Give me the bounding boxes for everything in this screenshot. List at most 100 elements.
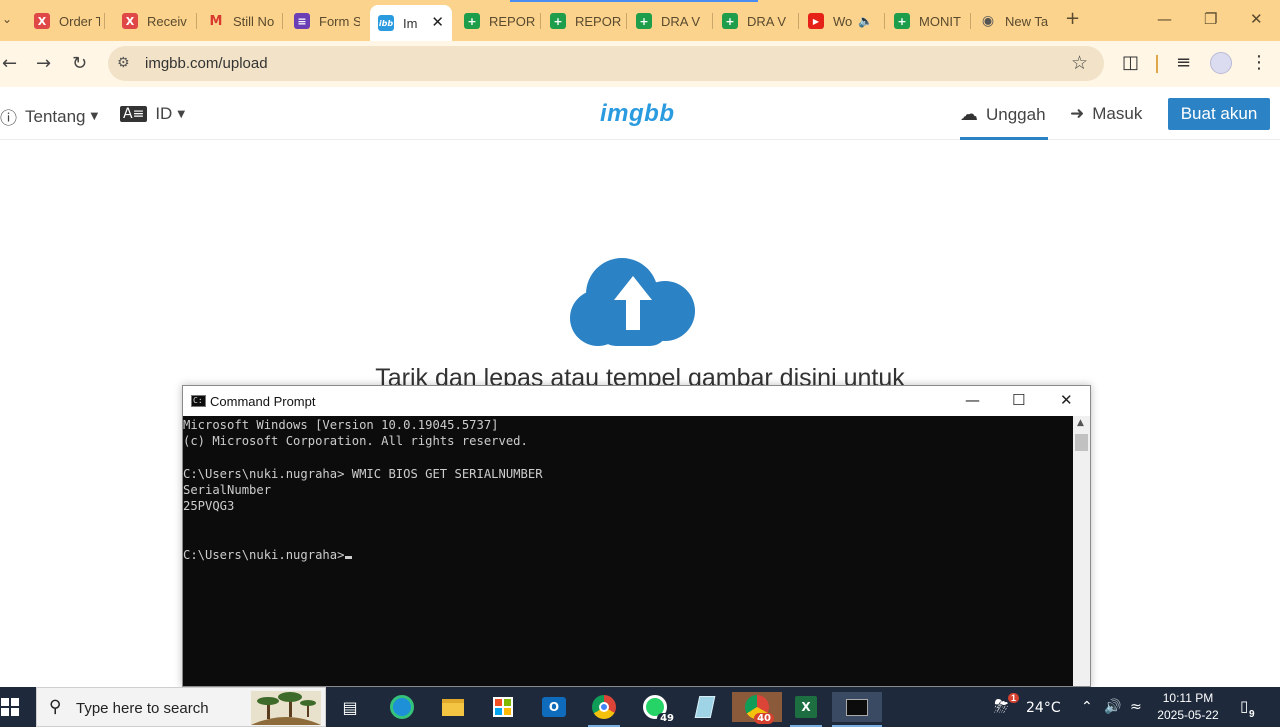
question-circle-icon: ⓘ [0, 109, 17, 129]
browser-menu-icon[interactable]: ⋮ [1250, 52, 1268, 73]
close-tab-icon[interactable]: ✕ [431, 13, 444, 31]
console-line: Microsoft Windows [Version 10.0.19045.57… [183, 418, 499, 432]
volume-icon[interactable]: 🔊 [1104, 699, 1121, 715]
language-label: ID [155, 104, 173, 123]
sign-in-icon: ➜ [1070, 104, 1085, 124]
sheets-icon: + [636, 13, 652, 29]
tab-search-chevron-icon[interactable]: ⌄ [2, 12, 12, 26]
tab-imgbb-active[interactable]: ibb Im ✕ [370, 5, 452, 41]
caret-down-icon: ▼ [90, 111, 99, 122]
forward-arrow-icon[interactable]: → [36, 53, 51, 74]
chrome-profile-badge: 40 [754, 713, 774, 724]
cmd-title-bar[interactable]: C: Command Prompt — ☐ ✕ [183, 386, 1090, 416]
tab-report-2[interactable]: + REPOR [542, 6, 622, 36]
close-icon[interactable]: ✕ [1060, 391, 1073, 409]
console-output[interactable]: Microsoft Windows [Version 10.0.19045.57… [183, 416, 1073, 686]
address-bar[interactable]: ⚙ imgbb.com/upload ☆ [108, 46, 1104, 81]
tab-youtube[interactable]: ▶ Wo 🔈 [800, 6, 882, 36]
site-header: ⓘ Tentang ▼ A≡ ID ▼ imgbb ☁ Unggah ➜ Mas… [0, 88, 1280, 140]
microsoft-store-icon[interactable] [487, 692, 519, 722]
clock-date: 2025-05-22 [1157, 708, 1219, 722]
tab-label: DRA V [661, 13, 701, 29]
search-highlight-art-icon [251, 691, 321, 725]
media-controls-icon[interactable]: ≡ [1176, 52, 1191, 73]
back-arrow-icon[interactable]: ← [2, 53, 17, 74]
excel-icon[interactable]: X [790, 692, 822, 727]
system-clock[interactable]: 10:11 PM 2025-05-22 [1148, 690, 1228, 724]
windows-taskbar: ⚲ Type here to search ▤ O 49 40 X ⛈ 1 24… [0, 687, 1280, 727]
tab-dra-2[interactable]: + DRA V [714, 6, 794, 36]
imgbb-logo[interactable]: imgbb [600, 100, 675, 128]
tab-dra-1[interactable]: + DRA V [628, 6, 708, 36]
tab-gmail[interactable]: M Still No [200, 6, 274, 36]
tab-label: Form S [319, 13, 360, 29]
chrome-profile-icon[interactable]: 40 [732, 692, 782, 724]
active-tab-indicator [510, 0, 758, 2]
taskbar-search-box[interactable]: ⚲ Type here to search [36, 687, 326, 727]
notification-count: 9 [1249, 709, 1255, 720]
temperature[interactable]: 24°C [1026, 700, 1061, 716]
command-prompt-window[interactable]: C: Command Prompt — ☐ ✕ Microsoft Window… [182, 385, 1091, 687]
search-placeholder[interactable]: Type here to search [76, 700, 209, 717]
signup-button[interactable]: Buat akun [1168, 98, 1270, 130]
language-menu[interactable]: A≡ ID ▼ [120, 104, 185, 124]
task-view-icon[interactable]: ▤ [334, 692, 366, 722]
chrome-icon: ◉ [981, 13, 995, 29]
tab-monit[interactable]: + MONIT [886, 6, 966, 36]
show-hidden-icons-chevron-icon[interactable]: ⌃ [1081, 699, 1093, 715]
weather-alert-badge: 1 [1008, 693, 1020, 703]
caret-down-icon: ▼ [177, 108, 186, 120]
tab-label: REPOR [575, 13, 622, 29]
sheets-icon: + [550, 13, 566, 29]
chrome-icon[interactable] [588, 692, 620, 727]
site-settings-icon[interactable]: ⚙ [117, 55, 130, 71]
restore-icon[interactable]: ❐ [1204, 10, 1217, 28]
profile-avatar[interactable] [1210, 52, 1232, 74]
weather-icon[interactable]: ⛈ [994, 696, 1008, 717]
outlook-icon[interactable]: O [538, 692, 570, 722]
about-label: Tentang [25, 106, 86, 126]
tab-receive[interactable]: X Receiv [114, 6, 188, 36]
sheets-icon: + [722, 13, 738, 29]
network-wifi-icon[interactable]: ≈ [1130, 699, 1142, 715]
console-scrollbar[interactable]: ▲ [1073, 416, 1090, 686]
audio-playing-icon[interactable]: 🔈 [858, 14, 873, 28]
console-prompt-line: C:\Users\nuki.nugraha> [183, 547, 1073, 563]
whatsapp-badge: 49 [657, 713, 677, 724]
tab-report-1[interactable]: + REPOR [456, 6, 536, 36]
browser-toolbar: ← → ↻ ⚙ imgbb.com/upload ☆ ◫ ≡ ⋮ [0, 41, 1280, 87]
bookmark-star-icon[interactable]: ☆ [1071, 52, 1088, 74]
tab-label: Wo [833, 13, 853, 29]
extensions-puzzle-icon[interactable]: ◫ [1122, 52, 1139, 73]
minimize-icon[interactable]: — [1157, 10, 1172, 28]
windows-start-icon[interactable] [1, 698, 19, 716]
scrollbar-thumb[interactable] [1075, 434, 1088, 451]
new-tab-plus-icon[interactable]: + [1065, 8, 1080, 29]
cloud-upload-icon[interactable] [570, 256, 698, 348]
edge-icon[interactable] [386, 692, 418, 722]
tab-form[interactable]: ≡ Form S [286, 6, 360, 36]
tab-label: Order T [59, 13, 100, 29]
about-menu[interactable]: ⓘ Tentang ▼ [0, 104, 99, 130]
gmail-icon: M [209, 13, 223, 29]
login-nav-item[interactable]: ➜ Masuk [1070, 104, 1142, 124]
minimize-icon[interactable]: — [965, 391, 980, 409]
url-text[interactable]: imgbb.com/upload [145, 55, 268, 72]
whatsapp-icon[interactable]: 49 [639, 692, 677, 724]
tab-label: REPOR [489, 13, 536, 29]
imgbb-favicon-icon: ibb [378, 15, 394, 31]
tab-order[interactable]: X Order T [26, 6, 100, 36]
tab-new-tab[interactable]: ◉ New Ta [972, 6, 1052, 36]
command-prompt-taskbar-icon[interactable] [832, 692, 882, 727]
x-app-icon: X [34, 13, 50, 29]
reload-icon[interactable]: ↻ [72, 53, 87, 74]
close-window-icon[interactable]: ✕ [1250, 10, 1263, 28]
notepad-icon[interactable] [689, 692, 721, 722]
file-explorer-icon[interactable] [437, 692, 469, 722]
search-icon: ⚲ [49, 697, 62, 717]
console-line: SerialNumber [183, 483, 272, 498]
x-app-icon: X [122, 13, 138, 29]
maximize-icon[interactable]: ☐ [1012, 391, 1025, 409]
scroll-up-arrow-icon[interactable]: ▲ [1077, 418, 1084, 428]
